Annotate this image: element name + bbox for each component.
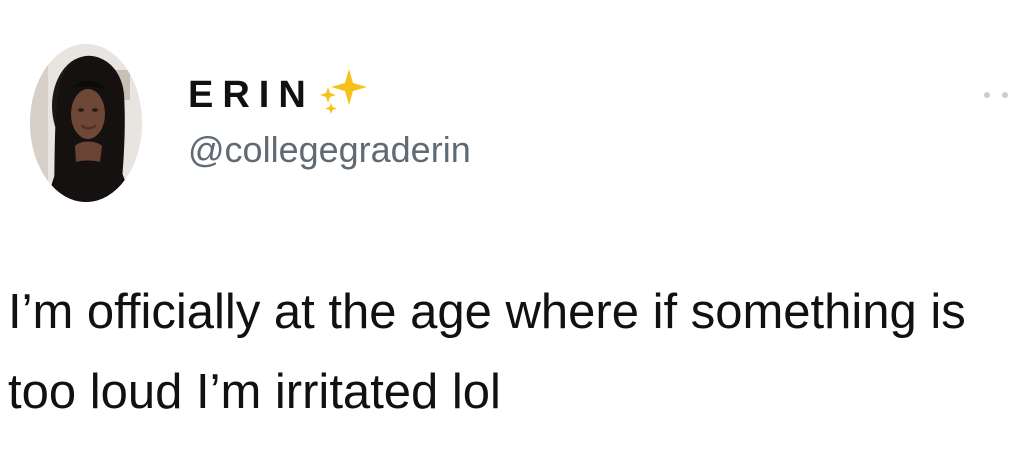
display-name[interactable]: ERIN	[188, 76, 315, 114]
more-dot-icon	[1002, 92, 1008, 98]
avatar[interactable]	[30, 44, 142, 202]
author-handle[interactable]: @collegegraderin	[188, 132, 471, 168]
tweet-text: I’m officially at the age where if somet…	[8, 285, 966, 419]
more-options-button[interactable]	[984, 88, 1008, 102]
author-name-row[interactable]: ERIN	[188, 69, 369, 120]
profile-photo-icon	[30, 44, 142, 202]
more-dot-icon	[984, 92, 990, 98]
sparkles-icon	[319, 69, 367, 114]
tweet-card: ERIN @collegegraderin I’m officially at …	[0, 0, 1022, 474]
